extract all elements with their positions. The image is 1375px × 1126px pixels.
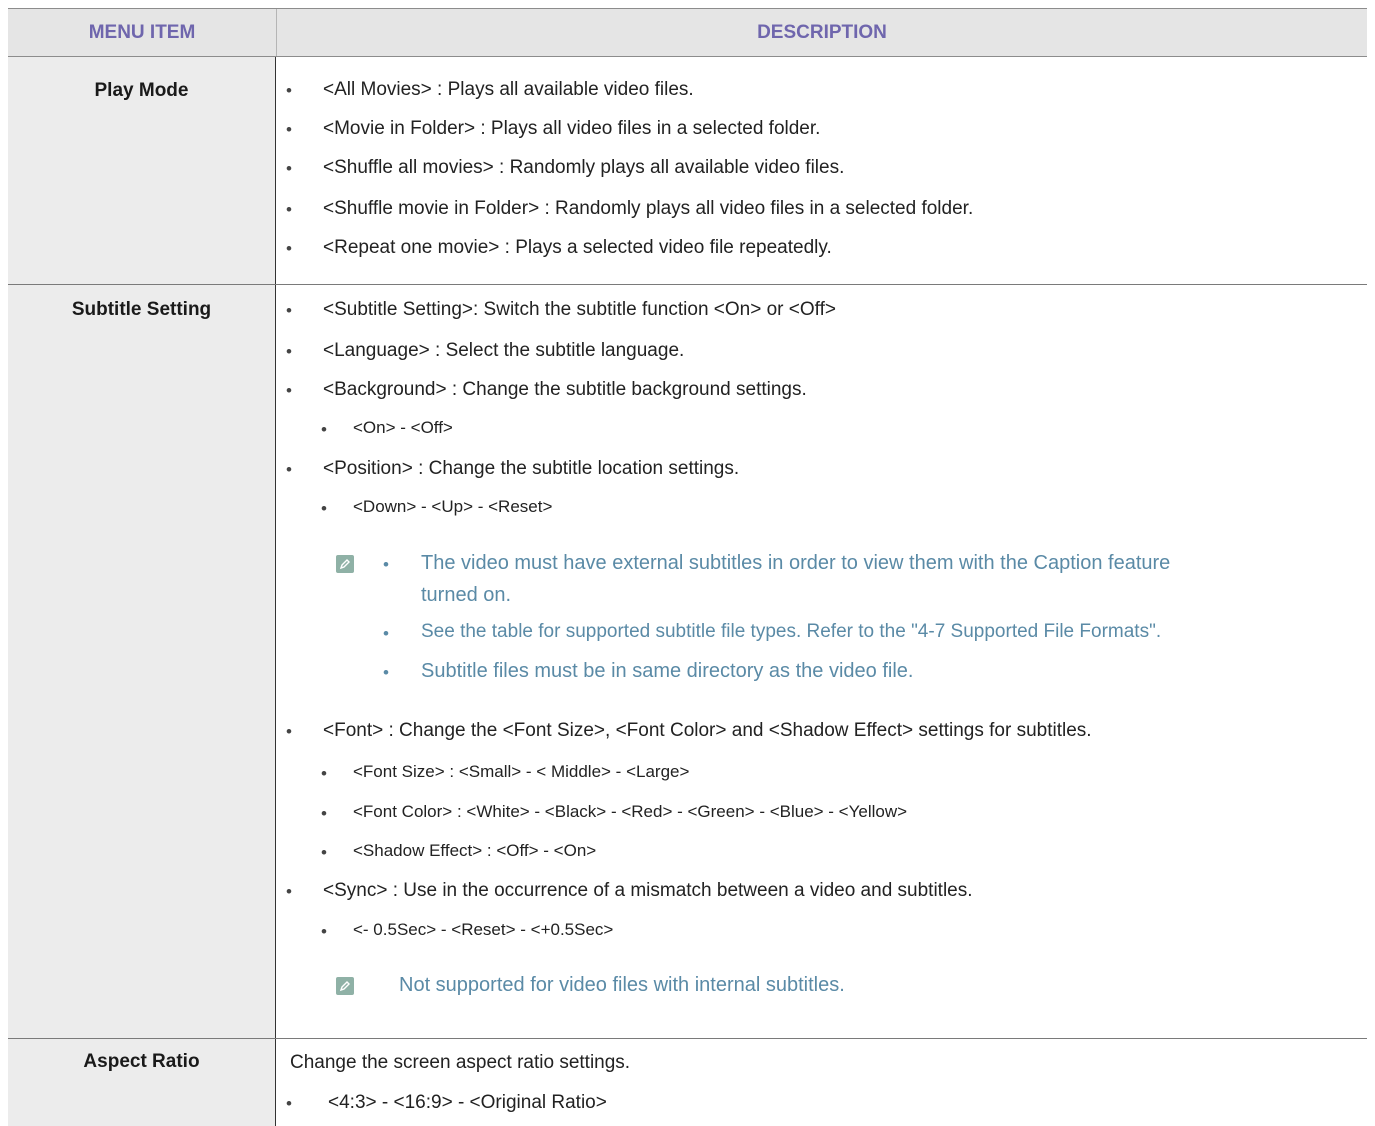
list-item: <Font> : Change the <Font Size>, <Font C… bbox=[323, 720, 1092, 741]
note-item-continued: turned on. bbox=[421, 584, 512, 606]
list-item: <Shuffle movie in Folder> : Randomly pla… bbox=[323, 198, 974, 219]
list-item: <Repeat one movie> : Plays a selected vi… bbox=[323, 237, 832, 258]
note-item: The video must have external subtitles i… bbox=[421, 552, 1171, 574]
row-label-cell: Play Mode bbox=[8, 57, 276, 284]
bullet: • bbox=[321, 843, 327, 862]
bullet: • bbox=[286, 1094, 292, 1113]
settings-table: MENU ITEM DESCRIPTION Play Mode • <All M… bbox=[8, 8, 1367, 1126]
bullet: • bbox=[286, 381, 292, 400]
list-item: <Language> : Select the subtitle languag… bbox=[323, 340, 685, 361]
bullet: • bbox=[383, 624, 389, 643]
bullet: • bbox=[321, 499, 327, 518]
bullet: • bbox=[286, 239, 292, 258]
note-item: See the table for supported subtitle fil… bbox=[421, 621, 1162, 642]
row-play-mode: Play Mode • <All Movies> : Plays all ava… bbox=[8, 57, 1367, 285]
row-aspect-ratio: Aspect Ratio Change the screen aspect ra… bbox=[8, 1039, 1367, 1126]
list-item: <4:3> - <16:9> - <Original Ratio> bbox=[328, 1092, 607, 1113]
row-label-play-mode: Play Mode bbox=[94, 80, 189, 101]
bullet: • bbox=[321, 420, 327, 439]
bullet: • bbox=[286, 882, 292, 901]
bullet: • bbox=[383, 555, 389, 574]
sub-list-item: <Font Size> : <Small> - < Middle> - <Lar… bbox=[353, 762, 690, 781]
list-item: <Movie in Folder> : Plays all video file… bbox=[323, 118, 821, 139]
bullet: • bbox=[321, 922, 327, 941]
list-item: <Position> : Change the subtitle locatio… bbox=[323, 458, 740, 479]
sub-list-item: <On> - <Off> bbox=[353, 418, 453, 437]
bullet: • bbox=[321, 764, 327, 783]
list-item: <Subtitle Setting>: Switch the subtitle … bbox=[323, 299, 836, 320]
pencil-note-icon bbox=[336, 555, 354, 573]
row-label-cell: Aspect Ratio bbox=[8, 1039, 276, 1126]
list-item: <All Movies> : Plays all available video… bbox=[323, 79, 694, 100]
bullet: • bbox=[383, 663, 389, 682]
bullet: • bbox=[286, 159, 292, 178]
note-item: Subtitle files must be in same directory… bbox=[421, 660, 914, 682]
bullet: • bbox=[286, 81, 292, 100]
bullet: • bbox=[286, 301, 292, 320]
row-label-cell: Subtitle Setting bbox=[8, 285, 276, 1038]
bullet: • bbox=[286, 722, 292, 741]
list-item: <Background> : Change the subtitle backg… bbox=[323, 379, 807, 400]
sub-list-item: <Shadow Effect> : <Off> - <On> bbox=[353, 841, 597, 860]
bullet: • bbox=[286, 460, 292, 479]
header-menu-item: MENU ITEM bbox=[8, 9, 277, 56]
description-text: Change the screen aspect ratio settings. bbox=[290, 1052, 631, 1073]
note-item: Not supported for video files with inter… bbox=[399, 974, 845, 996]
sub-list-item: <- 0.5Sec> - <Reset> - <+0.5Sec> bbox=[353, 920, 614, 939]
sub-list-item: <Down> - <Up> - <Reset> bbox=[353, 497, 553, 516]
list-item: <Sync> : Use in the occurrence of a mism… bbox=[323, 880, 973, 901]
bullet: • bbox=[286, 120, 292, 139]
row-label-subtitle-setting: Subtitle Setting bbox=[71, 299, 212, 320]
bullet: • bbox=[286, 342, 292, 361]
bullet: • bbox=[286, 200, 292, 219]
list-item: <Shuffle all movies> : Randomly plays al… bbox=[323, 157, 845, 178]
bullet: • bbox=[321, 804, 327, 823]
row-label-aspect-ratio: Aspect Ratio bbox=[83, 1051, 200, 1072]
row-subtitle-setting: Subtitle Setting • <Subtitle Setting>: S… bbox=[8, 285, 1367, 1039]
table-header: MENU ITEM DESCRIPTION bbox=[8, 8, 1367, 57]
header-description: DESCRIPTION bbox=[757, 21, 887, 43]
sub-list-item: <Font Color> : <White> - <Black> - <Red>… bbox=[353, 802, 908, 821]
pencil-note-icon bbox=[336, 977, 354, 995]
